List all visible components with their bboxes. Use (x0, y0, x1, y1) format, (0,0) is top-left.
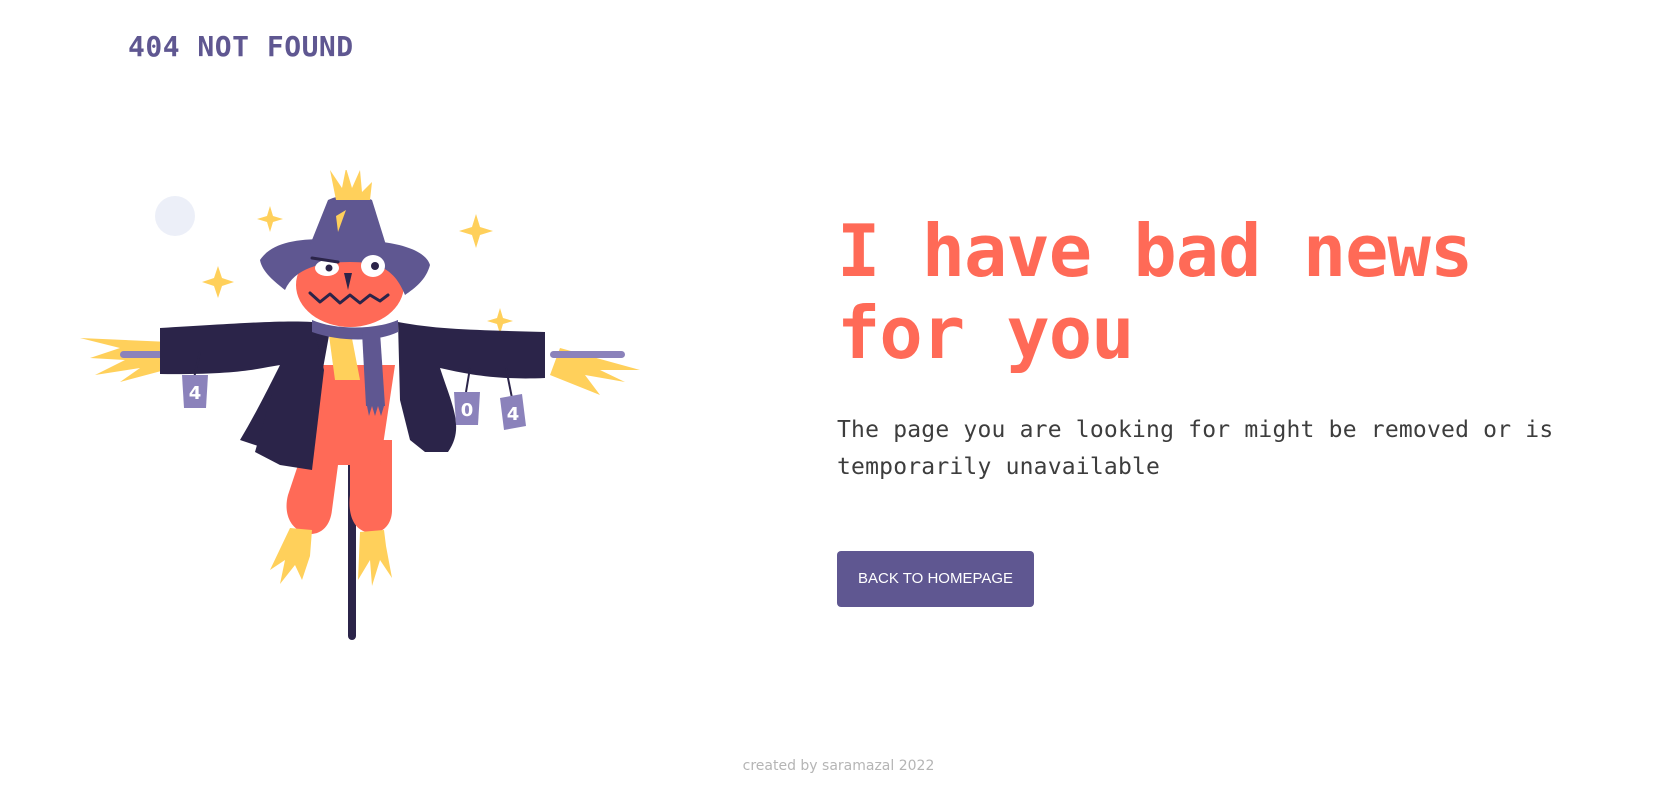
main-content: I have bad news for you The page you are… (837, 210, 1597, 607)
can-label-4b: 4 (507, 404, 520, 425)
headline: I have bad news for you (837, 209, 1473, 375)
sparkle-icon (459, 214, 493, 248)
sparkle-icon (257, 206, 283, 232)
site-logo[interactable]: 404 NOT FOUND (128, 30, 354, 63)
sparkle-icon (202, 266, 234, 298)
sparkle-icon (487, 308, 513, 334)
can-label-0: 0 (461, 400, 474, 421)
scarecrow-illustration: 4 0 4 (80, 170, 660, 650)
description: The page you are looking for might be re… (837, 417, 1554, 480)
can-label-4: 4 (189, 383, 202, 404)
back-to-homepage-button[interactable]: BACK TO HOMEPAGE (837, 551, 1035, 607)
moon-icon (155, 196, 195, 236)
footer-credit: created by saramazal 2022 (742, 758, 935, 774)
